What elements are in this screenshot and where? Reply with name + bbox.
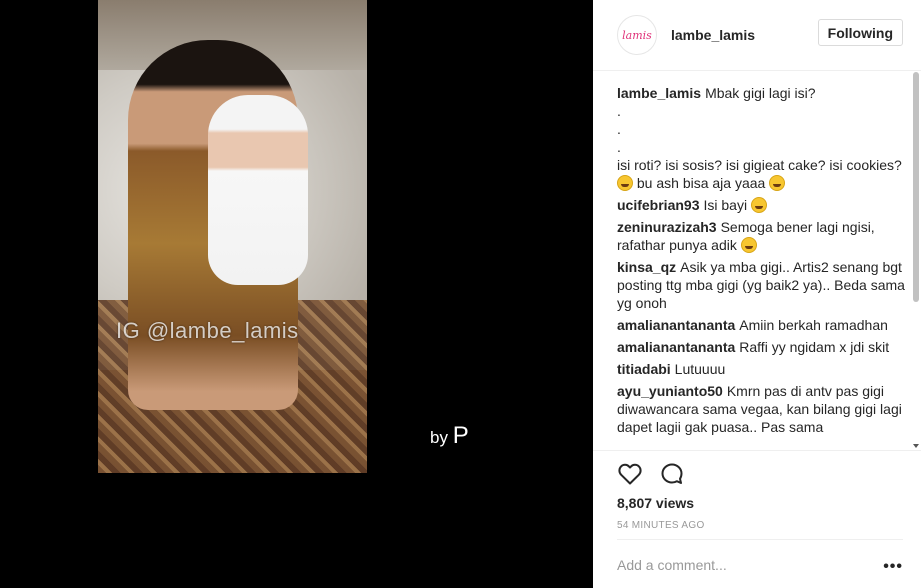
scroll-down-arrow-icon[interactable]: [913, 444, 919, 448]
caption-dot: .: [617, 103, 621, 119]
comment-item: kinsa_qz Asik ya mba gigi.. Artis2 senang…: [617, 258, 907, 312]
caption-username[interactable]: lambe_lamis: [617, 85, 701, 101]
comment-scrollbar[interactable]: [913, 72, 919, 450]
comment-item: amalianantananta Amiin berkah ramadhan: [617, 316, 907, 334]
comment-username[interactable]: ucifebrian93: [617, 197, 699, 213]
caption: lambe_lamis Mbak gigi lagi isi? . . . isi…: [617, 84, 907, 192]
video-player[interactable]: IG @lambe_lamis: [98, 0, 367, 473]
comment-text: Raffi yy ngidam x jdi skit: [739, 339, 890, 355]
comment-bubble-icon[interactable]: [659, 461, 685, 487]
action-icons: [617, 461, 685, 487]
video-byline: by P: [430, 422, 469, 450]
comment-item: ucifebrian93 Isi bayi: [617, 196, 907, 214]
comment-username[interactable]: amalianantananta: [617, 317, 735, 333]
video-watermark: IG @lambe_lamis: [116, 318, 299, 343]
video-baby: [208, 95, 308, 285]
comment-username[interactable]: ayu_yunianto50: [617, 383, 723, 399]
scrollbar-thumb[interactable]: [913, 72, 919, 302]
byline-mark: P: [452, 422, 469, 449]
comment-username[interactable]: kinsa_qz: [617, 259, 676, 275]
caption-text-2: isi roti? isi sosis? isi gigieat cake? i…: [617, 157, 902, 173]
grinning-sweat-emoji-icon: [769, 175, 786, 191]
grinning-emoji-icon: [750, 197, 767, 213]
byline-text: by: [430, 428, 448, 447]
following-button[interactable]: Following: [817, 19, 903, 46]
comment-item: ayu_yunianto50 Kmrn pas di antv pas gigi …: [617, 382, 907, 436]
comment-text: Isi bayi: [703, 197, 748, 213]
comment-username[interactable]: zeninurazizah3: [617, 219, 717, 235]
media-area: IG @lambe_lamis by P: [0, 0, 593, 588]
add-comment-input[interactable]: [617, 556, 867, 573]
add-comment-area: •••: [617, 539, 903, 588]
comment-username[interactable]: titiadabi: [617, 361, 671, 377]
view-count: 8,807 views: [617, 495, 695, 511]
comment-item: amalianantananta Raffi yy ngidam x jdi sk…: [617, 338, 907, 356]
caption-text: Mbak gigi lagi isi?: [705, 85, 816, 101]
grinning-emoji-icon: [740, 237, 757, 253]
comment-list: lambe_lamis Mbak gigi lagi isi? . . . isi…: [617, 84, 907, 450]
comment-username[interactable]: amalianantananta: [617, 339, 735, 355]
avatar[interactable]: lamis: [617, 15, 657, 55]
heart-icon[interactable]: [617, 461, 643, 487]
more-options-icon[interactable]: •••: [883, 558, 903, 576]
comment-text: Lutuuuu: [674, 361, 726, 377]
grinning-sweat-emoji-icon: [617, 175, 633, 191]
header-username[interactable]: lambe_lamis: [671, 27, 755, 43]
caption-dot: .: [617, 139, 621, 155]
comment-item: zeninurazizah3 Semoga bener lagi ngisi, r…: [617, 218, 907, 254]
post-side-panel: lamis lambe_lamis Following lambe_lamis M…: [593, 0, 921, 588]
comment-item: titiadabi Lutuuuu: [617, 360, 907, 378]
post-timestamp[interactable]: 54 MINUTES AGO: [617, 520, 705, 531]
caption-dot: .: [617, 121, 621, 137]
post-actions: 8,807 views 54 MINUTES AGO •••: [593, 450, 921, 588]
caption-text-3: bu ash bisa aja yaaa: [636, 175, 766, 191]
comment-text: Amiin berkah ramadhan: [739, 317, 888, 333]
post-modal: IG @lambe_lamis by P lamis lambe_lamis F…: [0, 0, 921, 588]
post-header: lamis lambe_lamis Following: [593, 0, 921, 71]
